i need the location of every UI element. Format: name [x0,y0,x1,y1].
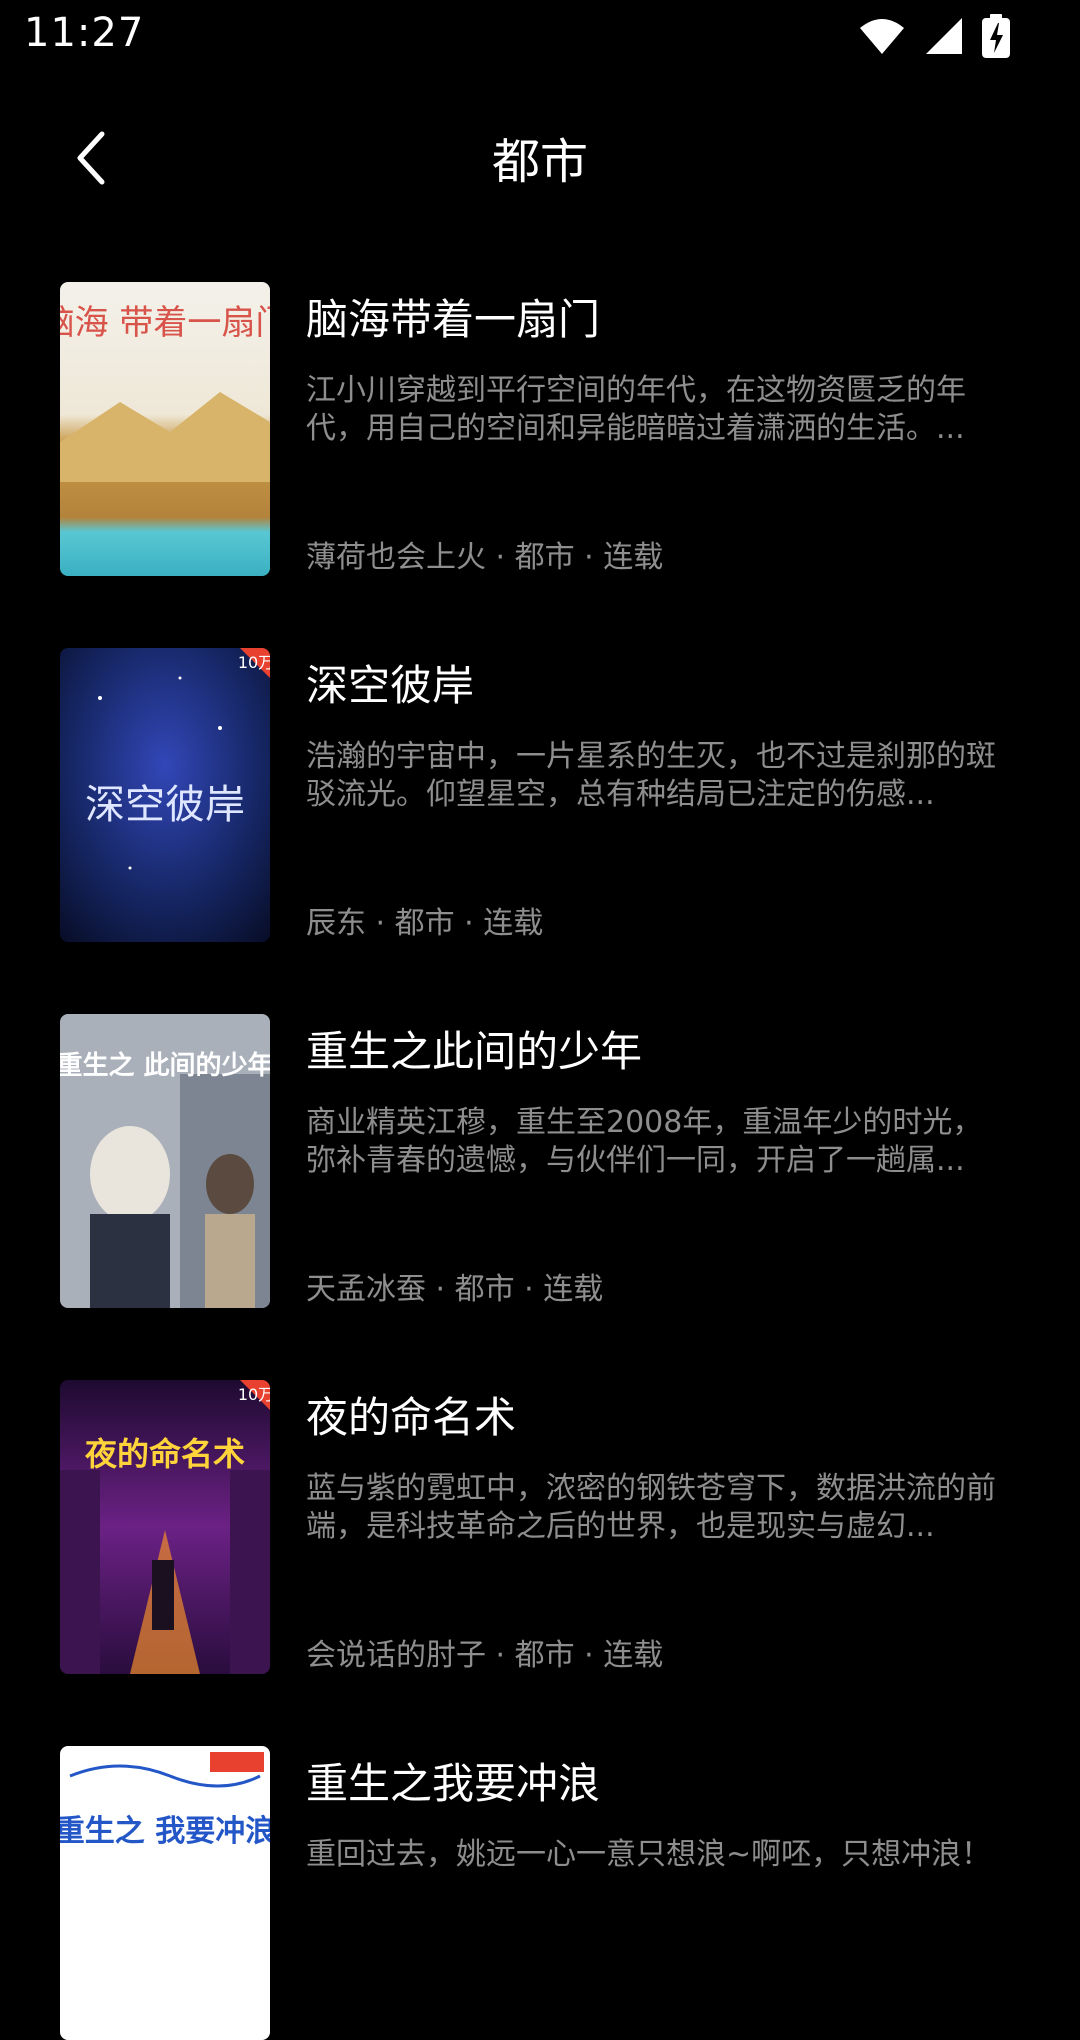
status-bar: 11:27 [0,0,1080,72]
book-meta: 会说话的肘子 · 都市 · 连载 [306,1638,664,1673]
battery-icon [982,14,1010,58]
book-title: 夜的命名术 [306,1393,517,1442]
book-cover: 重生之 此间的少年 [60,1014,270,1308]
page-title: 都市 [491,134,588,190]
book-cover: 重生之 我要冲浪 [60,1746,270,2040]
cover-title-text: 脑海 带着一扇门 [60,303,270,343]
book-title: 深空彼岸 [306,661,475,710]
book-meta: 辰东 · 都市 · 连载 [306,906,544,941]
wifi-icon [860,19,904,54]
status-icons [858,14,1010,58]
status-time: 11:27 [24,10,145,56]
book-cover: 10万 深空彼岸 [60,648,270,942]
cover-badge: 10万 [238,1385,270,1404]
book-description: 商业精英江穆，重生至2008年，重温年少的时光，弥补青春的遗憾，与伙伴们一同，开… [306,1105,983,1178]
book-item[interactable]: 10万 夜的命名术 夜的命名术 蓝与紫的霓虹中，浓密的钢铁苍穹下，数据洪流的前端… [0,1380,1080,1674]
book-item[interactable]: 10万 深空彼岸 深空彼岸 浩瀚的宇宙中，一片星系的生灭，也不过是刹那的斑驳流光… [0,648,1080,942]
cover-title-text: 重生之 我要冲浪 [60,1814,270,1849]
cover-title-text: 夜的命名术 [84,1435,245,1473]
book-cover: 10万 夜的命名术 [60,1380,270,1674]
book-item[interactable]: 重生之 此间的少年 重生之此间的少年 商业精英江穆，重生至2008年，重温年少的… [0,1014,1080,1308]
signal-icon [926,18,962,54]
book-description: 重回过去，姚远一心一意只想浪~啊呸，只想冲浪！ [306,1837,992,1872]
top-app-bar: 都市 [0,100,1080,212]
book-title: 脑海带着一扇门 [306,295,601,344]
book-item[interactable]: 重生之 我要冲浪 重生之我要冲浪 重回过去，姚远一心一意只想浪~啊呸，只想冲浪！ [0,1746,1080,2040]
book-meta: 薄荷也会上火 · 都市 · 连载 [306,540,664,575]
cover-title-text: 重生之 此间的少年 [60,1050,270,1081]
book-title: 重生之此间的少年 [306,1027,643,1076]
book-title: 重生之我要冲浪 [306,1759,601,1808]
cover-badge: 10万 [238,653,270,672]
book-description: 浩瀚的宇宙中，一片星系的生灭，也不过是刹那的斑驳流光。仰望星空，总有种结局已注定… [306,739,996,812]
cover-title-text: 深空彼岸 [85,782,245,828]
book-cover: 脑海 带着一扇门 [60,282,270,576]
book-meta: 天孟冰蚕 · 都市 · 连载 [306,1272,604,1307]
book-description: 江小川穿越到平行空间的年代，在这物资匮乏的年代，用自己的空间和异能暗暗过着潇洒的… [306,373,966,446]
book-description: 蓝与紫的霓虹中，浓密的钢铁苍穹下，数据洪流的前端，是科技革命之后的世界，也是现实… [306,1471,996,1544]
book-item[interactable]: 脑海 带着一扇门 脑海带着一扇门 江小川穿越到平行空间的年代，在这物资匮乏的年代… [0,282,1080,576]
